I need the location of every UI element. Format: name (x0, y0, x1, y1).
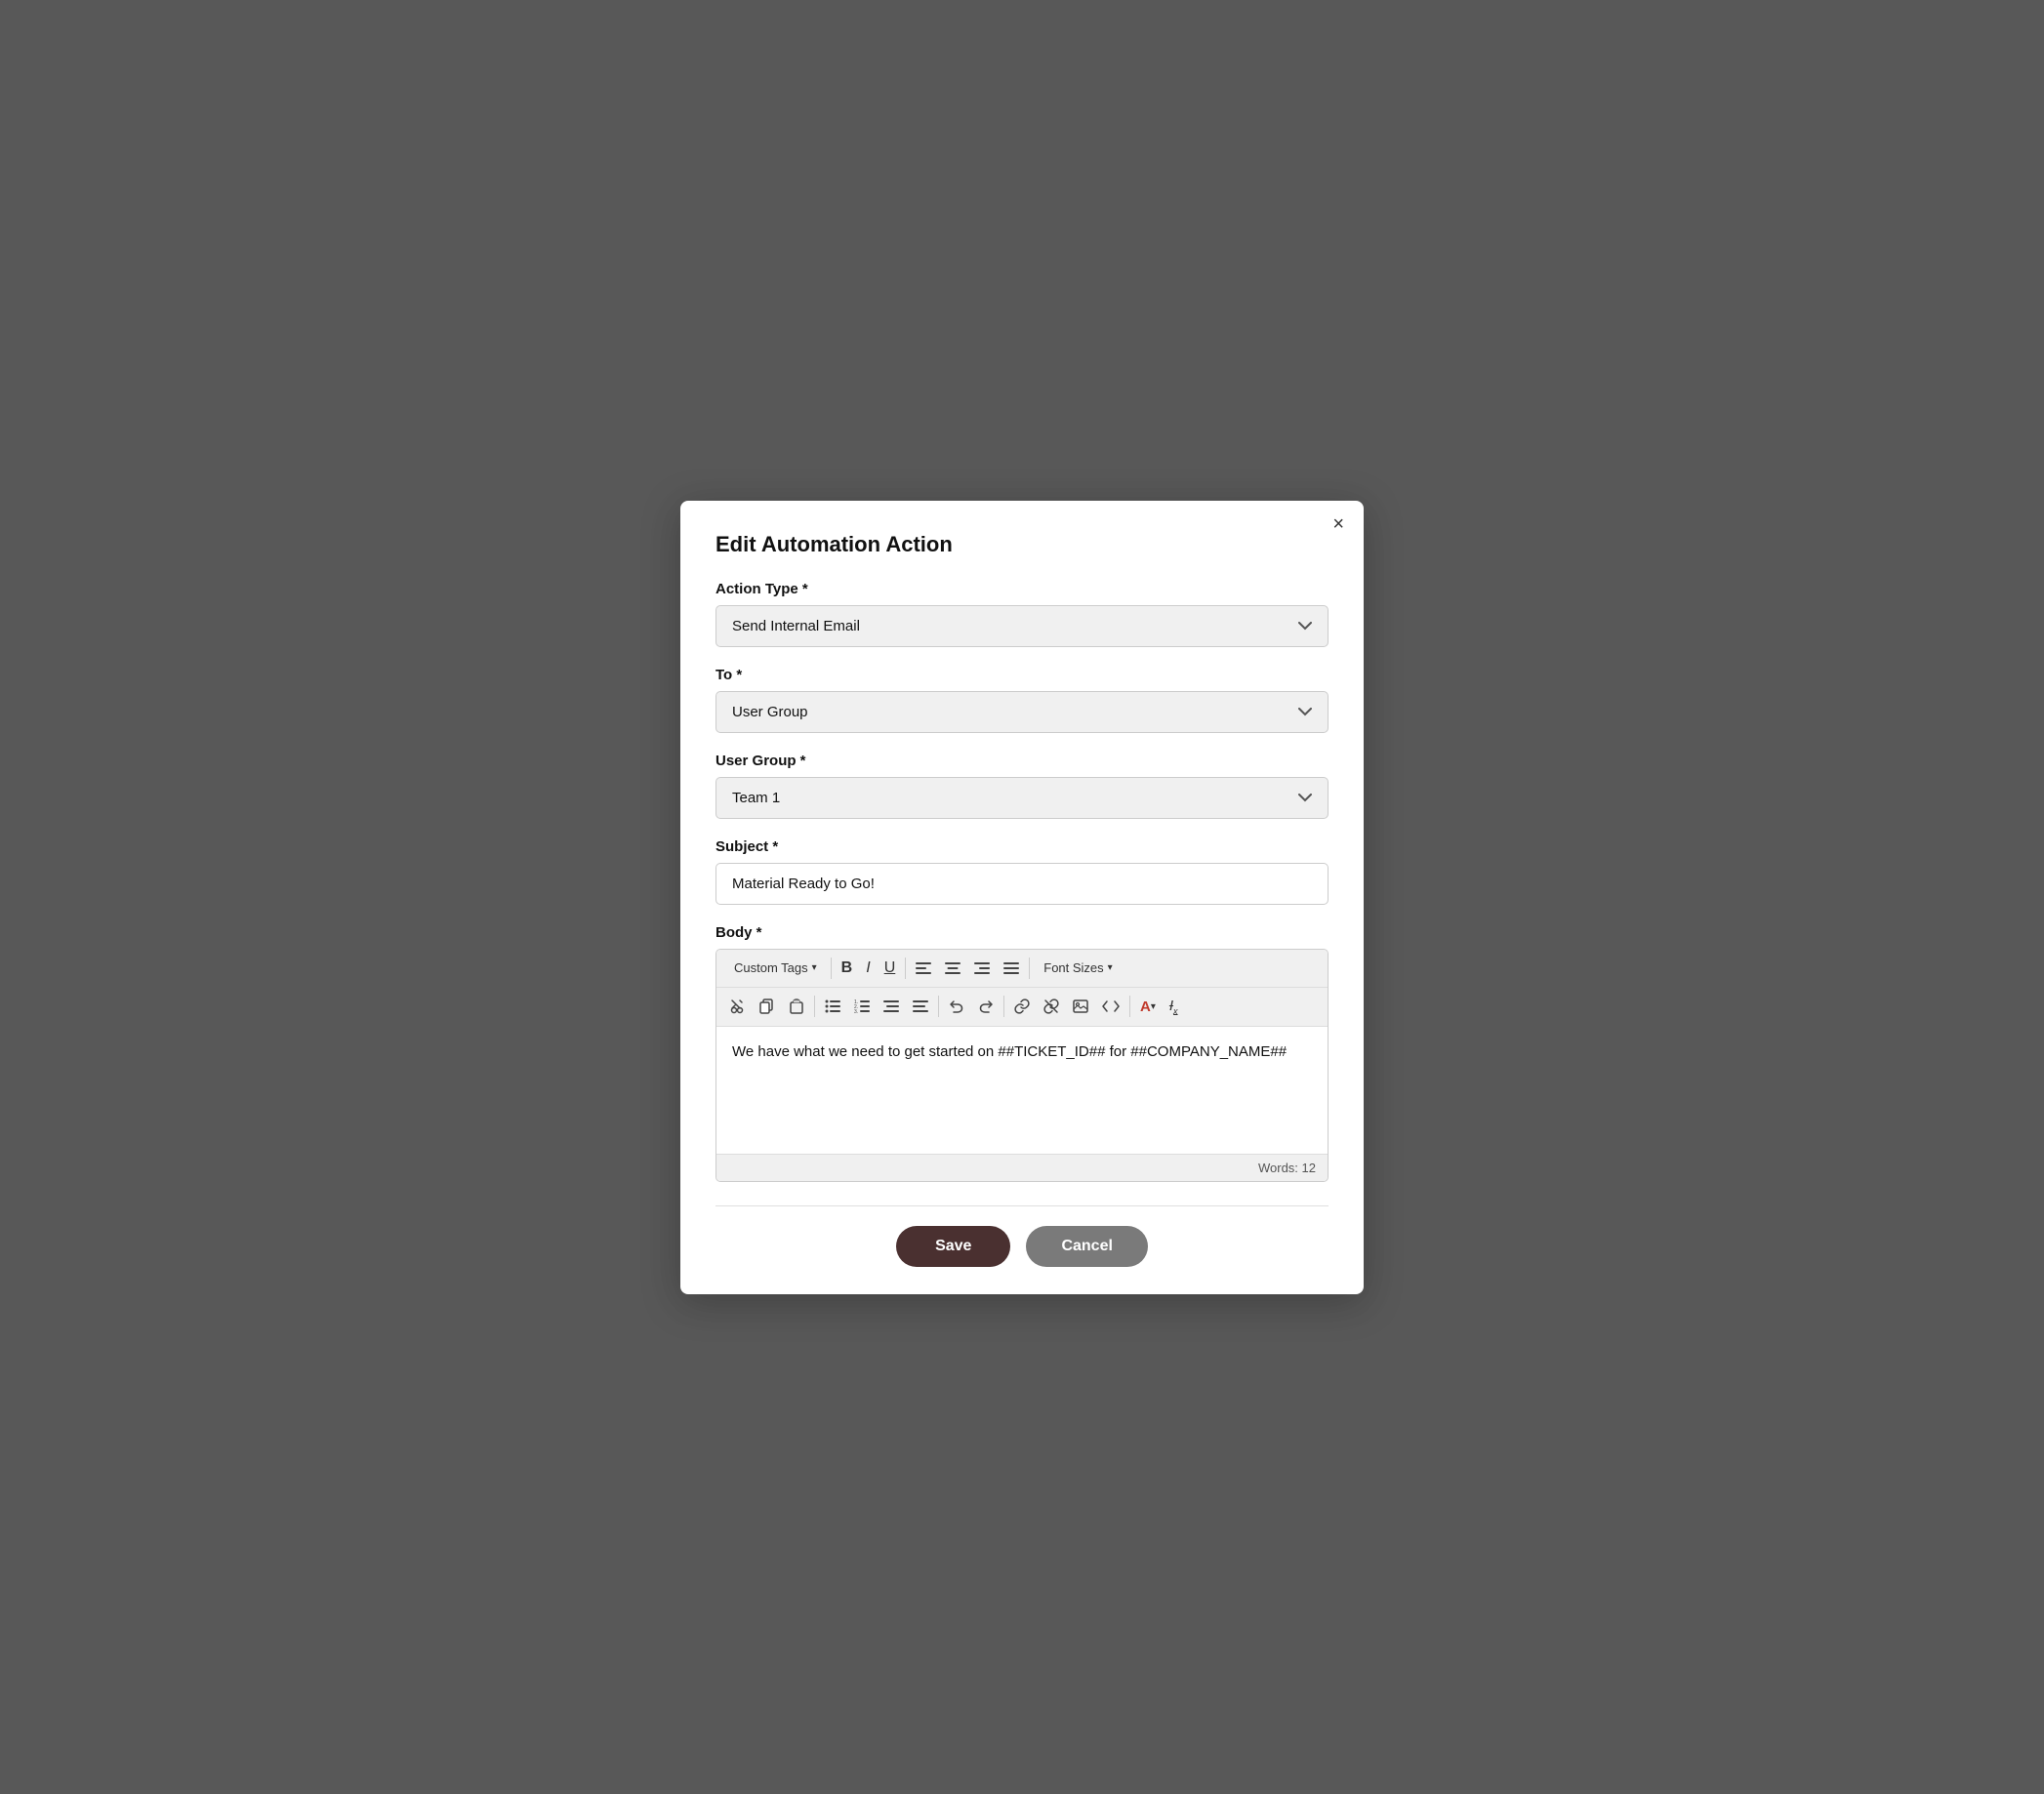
save-button[interactable]: Save (896, 1226, 1010, 1267)
undo-button[interactable] (943, 995, 970, 1018)
user-group-label: User Group * (715, 753, 1329, 769)
body-label: Body * (715, 924, 1329, 941)
modal-footer: Save Cancel (715, 1205, 1329, 1267)
close-button[interactable]: × (1332, 514, 1344, 534)
italic-button[interactable]: I (860, 956, 876, 981)
unlink-button[interactable] (1038, 995, 1065, 1018)
image-button[interactable] (1067, 996, 1094, 1017)
toolbar-divider-3 (1029, 958, 1030, 979)
toolbar-divider-2 (905, 958, 906, 979)
font-sizes-chevron-icon: ▾ (1108, 962, 1113, 973)
to-select[interactable]: User Group Assigned Agent Customer (715, 691, 1329, 733)
redo-button[interactable] (972, 995, 1000, 1018)
toolbar-divider-5 (938, 996, 939, 1017)
align-right-button[interactable] (968, 958, 996, 979)
align-left-button[interactable] (910, 958, 937, 979)
indent-center-button[interactable] (878, 996, 905, 1017)
modal-title: Edit Automation Action (715, 532, 1329, 557)
bold-button[interactable]: B (836, 956, 859, 981)
ordered-list-button[interactable]: 1. 2. 3. (848, 996, 876, 1017)
editor-container: Custom Tags ▾ B I U (715, 949, 1329, 1182)
indent-right-button[interactable] (907, 996, 934, 1017)
unordered-list-button[interactable] (819, 996, 846, 1017)
action-type-select[interactable]: Send Internal Email Send External Email … (715, 605, 1329, 647)
word-count: Words: 12 (1258, 1161, 1316, 1175)
underline-button[interactable]: U (879, 956, 902, 981)
font-sizes-label: Font Sizes (1043, 960, 1103, 975)
cancel-button[interactable]: Cancel (1026, 1226, 1147, 1267)
custom-tags-chevron-icon: ▾ (812, 962, 817, 973)
body-field: Body * Custom Tags ▾ B I U (715, 924, 1329, 1182)
modal-dialog: × Edit Automation Action Action Type * S… (680, 501, 1364, 1294)
align-justify-button[interactable] (998, 958, 1025, 979)
clear-format-button[interactable]: Ix (1164, 994, 1184, 1020)
link-button[interactable] (1008, 995, 1036, 1018)
font-color-button[interactable]: A ▾ (1134, 995, 1162, 1019)
clear-format-icon: Ix (1169, 998, 1178, 1016)
paste-button[interactable] (783, 995, 810, 1018)
editor-footer: Words: 12 (716, 1154, 1328, 1181)
toolbar-divider-1 (831, 958, 832, 979)
subject-field: Subject * (715, 838, 1329, 905)
toolbar-row-2: 1. 2. 3. (716, 988, 1328, 1027)
toolbar-divider-4 (814, 996, 815, 1017)
font-sizes-button[interactable]: Font Sizes ▾ (1034, 956, 1122, 980)
code-button[interactable] (1096, 996, 1125, 1017)
to-label: To * (715, 667, 1329, 683)
user-group-select[interactable]: Team 1 Team 2 Team 3 (715, 777, 1329, 819)
font-color-icon: A (1140, 999, 1151, 1015)
editor-content: We have what we need to get started on #… (732, 1043, 1287, 1060)
toolbar-row-1: Custom Tags ▾ B I U (716, 950, 1328, 988)
font-color-chevron-icon: ▾ (1151, 1001, 1156, 1012)
to-field: To * User Group Assigned Agent Customer (715, 667, 1329, 733)
custom-tags-button[interactable]: Custom Tags ▾ (724, 956, 827, 980)
editor-body[interactable]: We have what we need to get started on #… (716, 1027, 1328, 1154)
toolbar-divider-7 (1129, 996, 1130, 1017)
action-type-label: Action Type * (715, 581, 1329, 597)
align-center-button[interactable] (939, 958, 966, 979)
svg-text:3.: 3. (854, 1009, 858, 1013)
subject-input[interactable] (715, 863, 1329, 905)
user-group-field: User Group * Team 1 Team 2 Team 3 (715, 753, 1329, 819)
action-type-field: Action Type * Send Internal Email Send E… (715, 581, 1329, 647)
modal-overlay: × Edit Automation Action Action Type * S… (0, 0, 2044, 1794)
custom-tags-label: Custom Tags (734, 960, 808, 975)
subject-label: Subject * (715, 838, 1329, 855)
copy-button[interactable] (754, 995, 781, 1018)
cut-button[interactable] (724, 995, 752, 1018)
toolbar-divider-6 (1003, 996, 1004, 1017)
